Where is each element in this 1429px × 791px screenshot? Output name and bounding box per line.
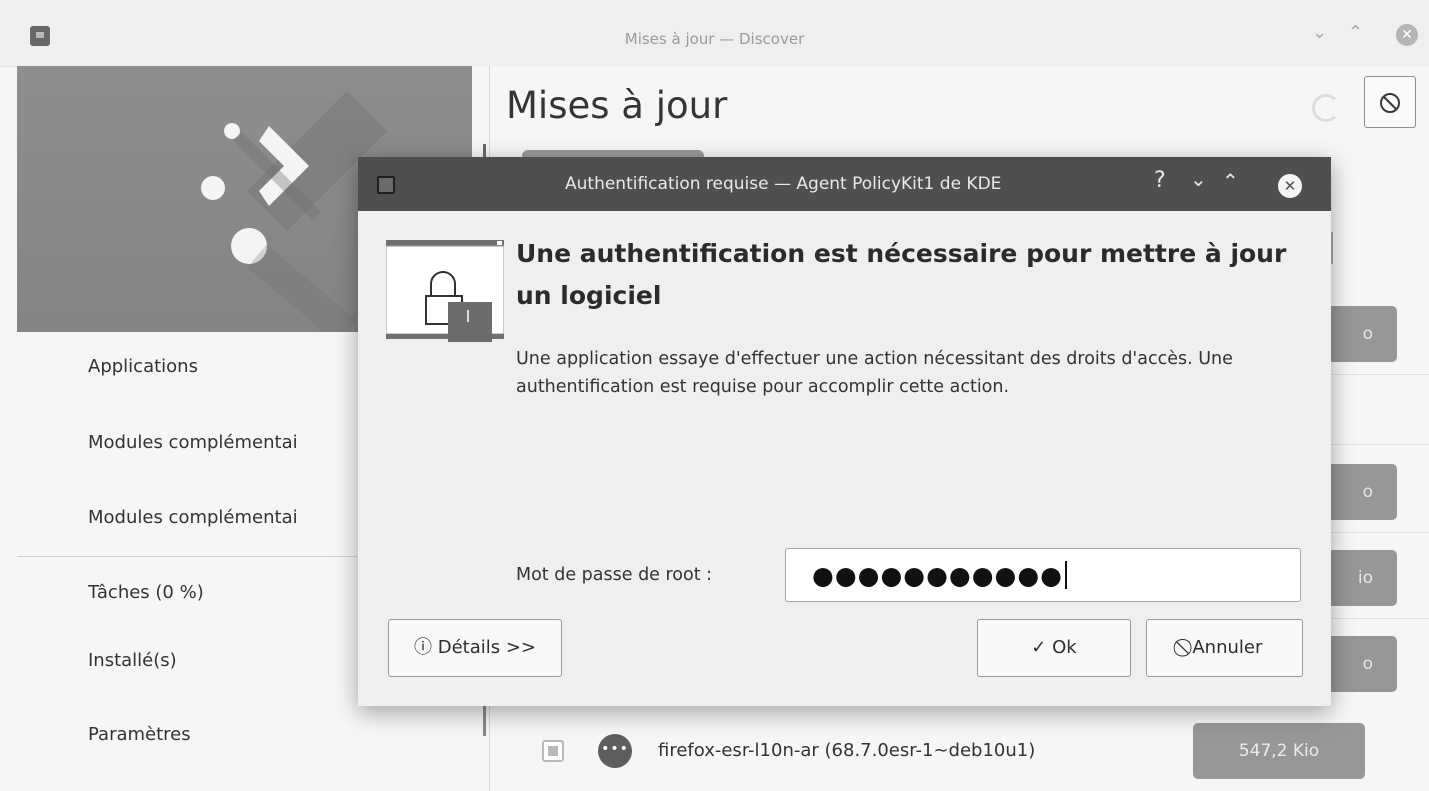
dialog-maximize-icon[interactable]: ⌃	[1222, 169, 1239, 193]
text-caret	[1064, 561, 1067, 589]
help-icon[interactable]: ?	[1154, 168, 1166, 193]
package-name: firefox-esr-l10n-ar (68.7.0esr-1~deb10u1…	[658, 740, 1036, 761]
sidebar-item-installed[interactable]: Installé(s)	[88, 650, 177, 671]
cancel-button[interactable]: ⃠ Annuler	[1146, 619, 1303, 677]
cancel-icon	[1380, 93, 1400, 113]
ok-button[interactable]: ✓ Ok	[977, 619, 1131, 677]
password-label: Mot de passe de root :	[516, 565, 713, 585]
update-checkbox[interactable]	[542, 740, 564, 762]
main-minimize-icon[interactable]: ⌄	[1312, 22, 1327, 43]
sidebar-item-addons-1[interactable]: Modules complémentai	[88, 432, 298, 453]
sidebar-item-addons-2[interactable]: Modules complémentai	[88, 507, 298, 528]
password-value: ●●●●●●●●●●●	[812, 561, 1063, 590]
details-button[interactable]: ⓘ Détails >>	[388, 619, 562, 677]
sidebar-item-applications[interactable]: Applications	[88, 356, 198, 377]
package-size-badge: 547,2 Kio	[1193, 723, 1365, 779]
main-titlebar: Mises à jour — Discover ⌄ ⌃ ✕	[0, 0, 1429, 67]
page-title: Mises à jour	[506, 84, 728, 127]
main-window-title: Mises à jour — Discover	[624, 30, 805, 48]
cancel-updates-button[interactable]	[1364, 76, 1416, 128]
password-field[interactable]: ●●●●●●●●●●●	[785, 548, 1301, 602]
dialog-title: Authentification requise — Agent PolicyK…	[565, 174, 1002, 194]
dialog-close-icon[interactable]: ✕	[1278, 174, 1302, 198]
policykit-app-icon	[377, 176, 395, 194]
dialog-titlebar: Authentification requise — Agent PolicyK…	[358, 157, 1331, 211]
auth-dialog: Authentification requise — Agent PolicyK…	[358, 157, 1331, 706]
dialog-minimize-icon[interactable]: ⌄	[1190, 167, 1207, 191]
refresh-icon[interactable]	[1312, 94, 1340, 122]
auth-description: Une application essaye d'effectuer une a…	[516, 349, 1233, 397]
lock-icon	[386, 240, 504, 342]
package-icon: •••	[598, 734, 632, 768]
sidebar-item-tasks[interactable]: Tâches (0 %)	[88, 582, 204, 603]
auth-headline: Une authentification est nécessaire pour…	[516, 239, 1287, 310]
main-close-icon[interactable]: ✕	[1396, 24, 1418, 46]
sidebar-item-settings[interactable]: Paramètres	[88, 724, 191, 745]
main-maximize-icon[interactable]: ⌃	[1348, 22, 1363, 43]
